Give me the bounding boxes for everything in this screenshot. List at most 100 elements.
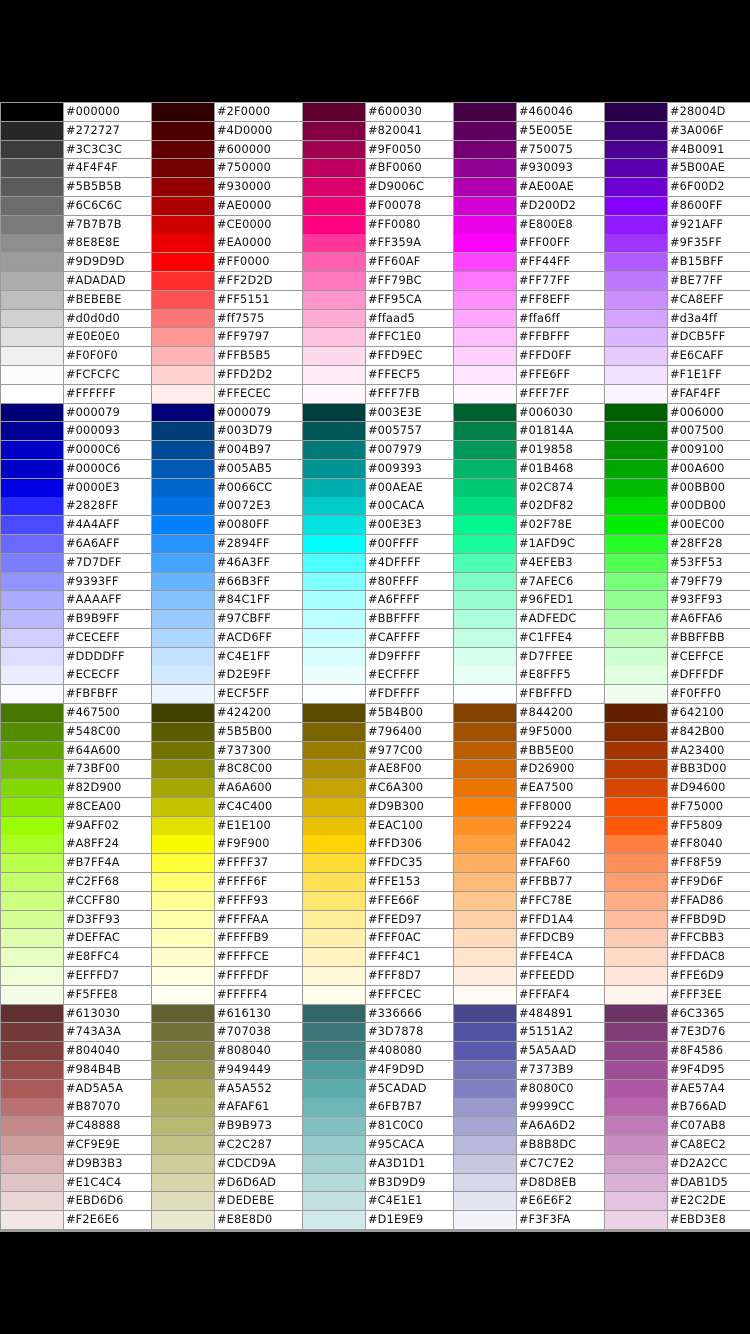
color-swatch [454,779,516,798]
hex-code-label: #A23400 [668,741,750,760]
color-swatch [303,741,365,760]
hex-code-label: #E8E8D0 [215,1211,302,1229]
color-swatch [454,1211,516,1229]
color-swatch [1,1023,63,1042]
hex-code-label: #737300 [215,741,302,760]
color-swatch [152,891,214,910]
color-swatch [303,722,365,741]
color-swatch [454,516,516,535]
color-swatch [1,1042,63,1060]
hex-code-label: #EA0000 [215,234,302,253]
hex-code-label: #46A3FF [215,553,302,572]
color-swatch [454,722,516,741]
color-swatch [1,441,63,459]
hex-code-label: #28004D [668,103,750,121]
hex-code-label: #CA8EC2 [668,1135,750,1154]
hex-code-label: #C6A300 [366,779,453,798]
color-swatch [454,1154,516,1173]
hex-code-label: #ff7575 [215,309,302,328]
color-swatch [1,610,63,628]
color-swatch [454,422,516,441]
hex-code-label: #DFFFDF [668,666,750,685]
color-swatch [152,797,214,816]
hex-code-label: #009100 [668,441,750,459]
color-swatch [303,835,365,854]
color-swatch [303,159,365,178]
hex-code-label: #808040 [215,1042,302,1060]
color-swatch [605,572,667,591]
color-swatch [454,534,516,553]
color-swatch [303,384,365,403]
hex-code-label: #D6D6AD [215,1173,302,1192]
hex-code-label: #64A600 [64,741,151,760]
hex-code-label: #00AEAE [366,478,453,497]
color-swatch [1,253,63,272]
hex-code-label: #9D9D9D [64,253,151,272]
hex-code-label: #E6E6F2 [517,1192,604,1211]
hex-code-label: #FFD0FF [517,347,604,366]
color-swatch [152,760,214,779]
hex-code-label: #BBFFFF [366,610,453,628]
color-swatch [303,234,365,253]
color-swatch [1,290,63,309]
hex-code-label: #FF359A [366,234,453,253]
color-swatch [303,196,365,215]
hex-code-label: #B15BFF [668,253,750,272]
hex-code-label: #AE57A4 [668,1079,750,1098]
color-swatch [1,948,63,967]
hex-code-label: #ffa6ff [517,309,604,328]
hex-code-label: #FF77FF [517,272,604,290]
hex-code-label: #007500 [668,422,750,441]
color-swatch [605,1042,667,1060]
color-swatch [303,328,365,347]
color-swatch [605,1173,667,1192]
color-swatch [605,948,667,967]
hex-code-label: #FF0080 [366,215,453,234]
color-swatch [605,516,667,535]
color-swatch [605,1004,667,1023]
color-swatch [303,666,365,685]
color-swatch [303,647,365,666]
color-swatch [152,1042,214,1060]
color-swatch [605,591,667,610]
hex-code-label: #66B3FF [215,572,302,591]
hex-code-label: #000000 [64,103,151,121]
color-swatch [454,272,516,290]
color-swatch [605,1154,667,1173]
color-swatch [1,685,63,704]
hex-code-label: #95CACA [366,1135,453,1154]
color-swatch [454,234,516,253]
hex-code-label: #B87070 [64,1098,151,1117]
color-swatch [454,159,516,178]
hex-code-label: #9AFF02 [64,816,151,835]
hex-code-label: #642100 [668,704,750,722]
color-swatch [303,497,365,516]
hex-code-label: #EA7500 [517,779,604,798]
hex-code-label: #949449 [215,1060,302,1079]
hex-code-label: #4F4F4F [64,159,151,178]
color-swatch [303,910,365,929]
hex-code-label: #820041 [366,121,453,140]
hex-code-label: #0000C6 [64,441,151,459]
hex-code-label: #7D7DFF [64,553,151,572]
hex-code-label: #FFF8D7 [366,966,453,985]
color-swatch [152,1023,214,1042]
color-swatch [454,103,516,121]
color-swatch [454,591,516,610]
color-swatch [303,516,365,535]
hex-code-label: #FFC78E [517,891,604,910]
hex-code-label: #D2A2CC [668,1154,750,1173]
color-swatch [152,215,214,234]
hex-code-label: #F75000 [668,797,750,816]
color-swatch [454,347,516,366]
hex-code-label: #8080C0 [517,1079,604,1098]
hex-code-label: #0066CC [215,478,302,497]
hex-code-label: #D9FFFF [366,647,453,666]
color-swatch [303,610,365,628]
hex-code-label: #FFDCB9 [517,929,604,948]
color-swatch [303,403,365,422]
hex-code-label: #FF00FF [517,234,604,253]
color-swatch [454,966,516,985]
hex-code-label: #FFBFFF [517,328,604,347]
hex-code-label: #CAFFFF [366,628,453,647]
